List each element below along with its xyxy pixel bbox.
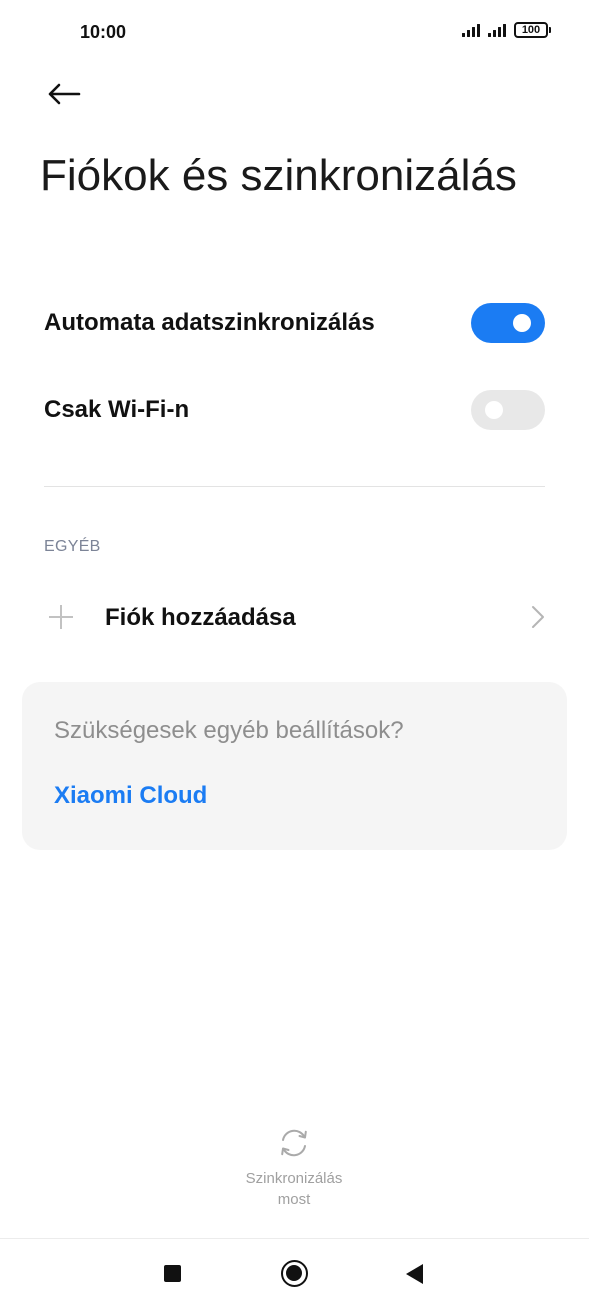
status-time: 10:00 bbox=[80, 22, 127, 42]
sync-now-button[interactable]: Szinkronizálás most bbox=[214, 1126, 374, 1216]
toggle-knob bbox=[485, 401, 503, 419]
chevron-right-icon bbox=[532, 606, 544, 628]
status-icons: 100 bbox=[462, 22, 551, 38]
wifi-only-toggle[interactable] bbox=[471, 390, 545, 430]
status-bar: 10:00 100 bbox=[0, 0, 589, 66]
page-title: Fiókok és szinkronizálás bbox=[40, 151, 517, 200]
wifi-only-label: Csak Wi-Fi-n bbox=[44, 396, 190, 423]
plus-icon bbox=[48, 604, 74, 630]
divider bbox=[44, 486, 545, 487]
home-circle-icon[interactable] bbox=[281, 1260, 308, 1287]
auto-sync-row[interactable]: Automata adatszinkronizálás bbox=[0, 287, 589, 359]
sync-now-label-line1: Szinkronizálás bbox=[245, 1170, 343, 1187]
battery-icon: 100 bbox=[514, 22, 551, 38]
add-account-row[interactable]: Fiók hozzáadása bbox=[0, 580, 589, 652]
signal-icon bbox=[488, 23, 506, 37]
sync-icon bbox=[281, 1129, 307, 1157]
battery-level: 100 bbox=[514, 22, 548, 38]
recents-square-icon[interactable] bbox=[164, 1265, 181, 1282]
add-account-label: Fiók hozzáadása bbox=[105, 604, 296, 631]
section-header-other: EGYÉB bbox=[44, 538, 101, 555]
more-settings-question: Szükségesek egyéb beállítások? bbox=[54, 717, 404, 744]
back-button[interactable] bbox=[40, 74, 88, 114]
back-triangle-icon[interactable] bbox=[406, 1264, 423, 1284]
sync-now-label-line2: most bbox=[277, 1191, 311, 1208]
toggle-knob bbox=[513, 314, 531, 332]
navigation-bar bbox=[0, 1238, 589, 1309]
signal-icon bbox=[462, 23, 480, 37]
wifi-only-row[interactable]: Csak Wi-Fi-n bbox=[0, 374, 589, 446]
arrow-left-icon bbox=[48, 83, 81, 105]
xiaomi-cloud-link[interactable]: Xiaomi Cloud bbox=[54, 782, 207, 810]
auto-sync-label: Automata adatszinkronizálás bbox=[44, 309, 375, 336]
auto-sync-toggle[interactable] bbox=[471, 303, 545, 343]
more-settings-card: Szükségesek egyéb beállítások? Xiaomi Cl… bbox=[22, 682, 567, 850]
